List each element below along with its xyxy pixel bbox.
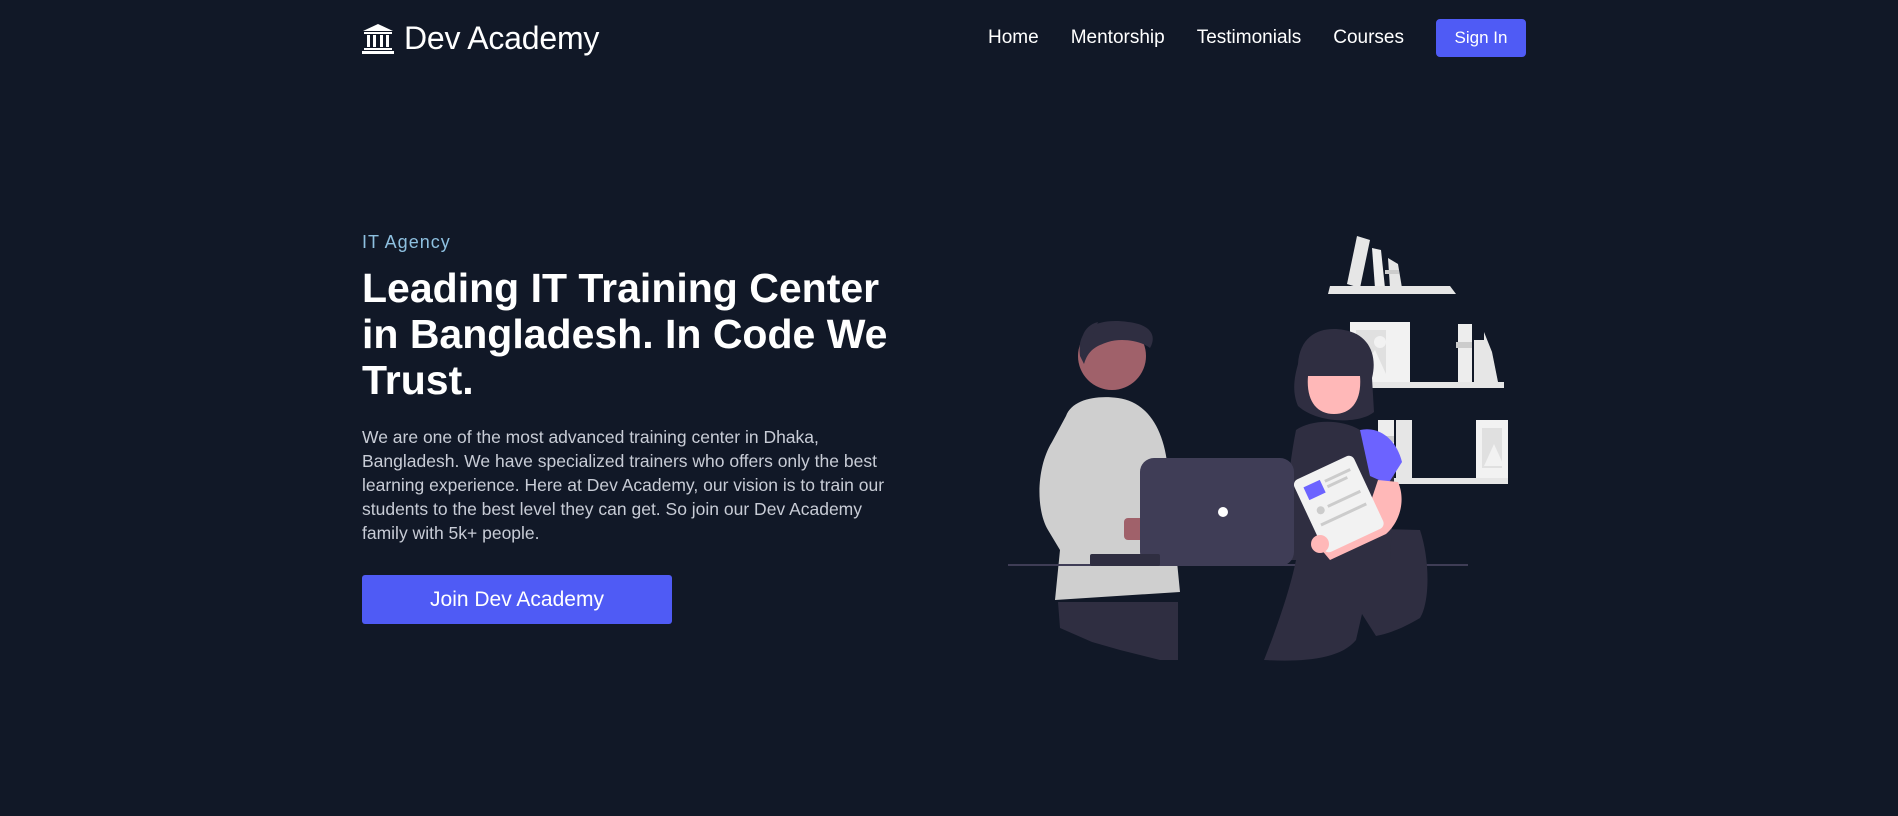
brand-name: Dev Academy (404, 20, 600, 56)
hero-eyebrow: IT Agency (362, 232, 451, 252)
main-nav: Home Mentorship Testimonials Courses Sig… (988, 18, 1526, 58)
nav-testimonials[interactable]: Testimonials (1197, 27, 1302, 49)
team-illustration (1008, 236, 1508, 661)
nav-courses[interactable]: Courses (1333, 27, 1404, 49)
sign-in-button[interactable]: Sign In (1436, 19, 1526, 57)
join-button[interactable]: Join Dev Academy (362, 575, 672, 624)
nav-home[interactable]: Home (988, 27, 1039, 49)
nav-mentorship[interactable]: Mentorship (1071, 27, 1165, 49)
brand-link[interactable]: Dev Academy (362, 18, 599, 58)
hero-section: IT Agency Leading IT Training Center in … (362, 232, 922, 624)
institution-icon (362, 22, 394, 54)
hero-description: We are one of the most advanced training… (362, 427, 885, 543)
page: Dev Academy Home Mentorship Testimonials… (0, 0, 1898, 816)
hero-headline: Leading IT Training Center in Bangladesh… (362, 265, 888, 403)
site-header: Dev Academy Home Mentorship Testimonials… (362, 18, 1526, 58)
hero-illustration (1000, 230, 1520, 670)
